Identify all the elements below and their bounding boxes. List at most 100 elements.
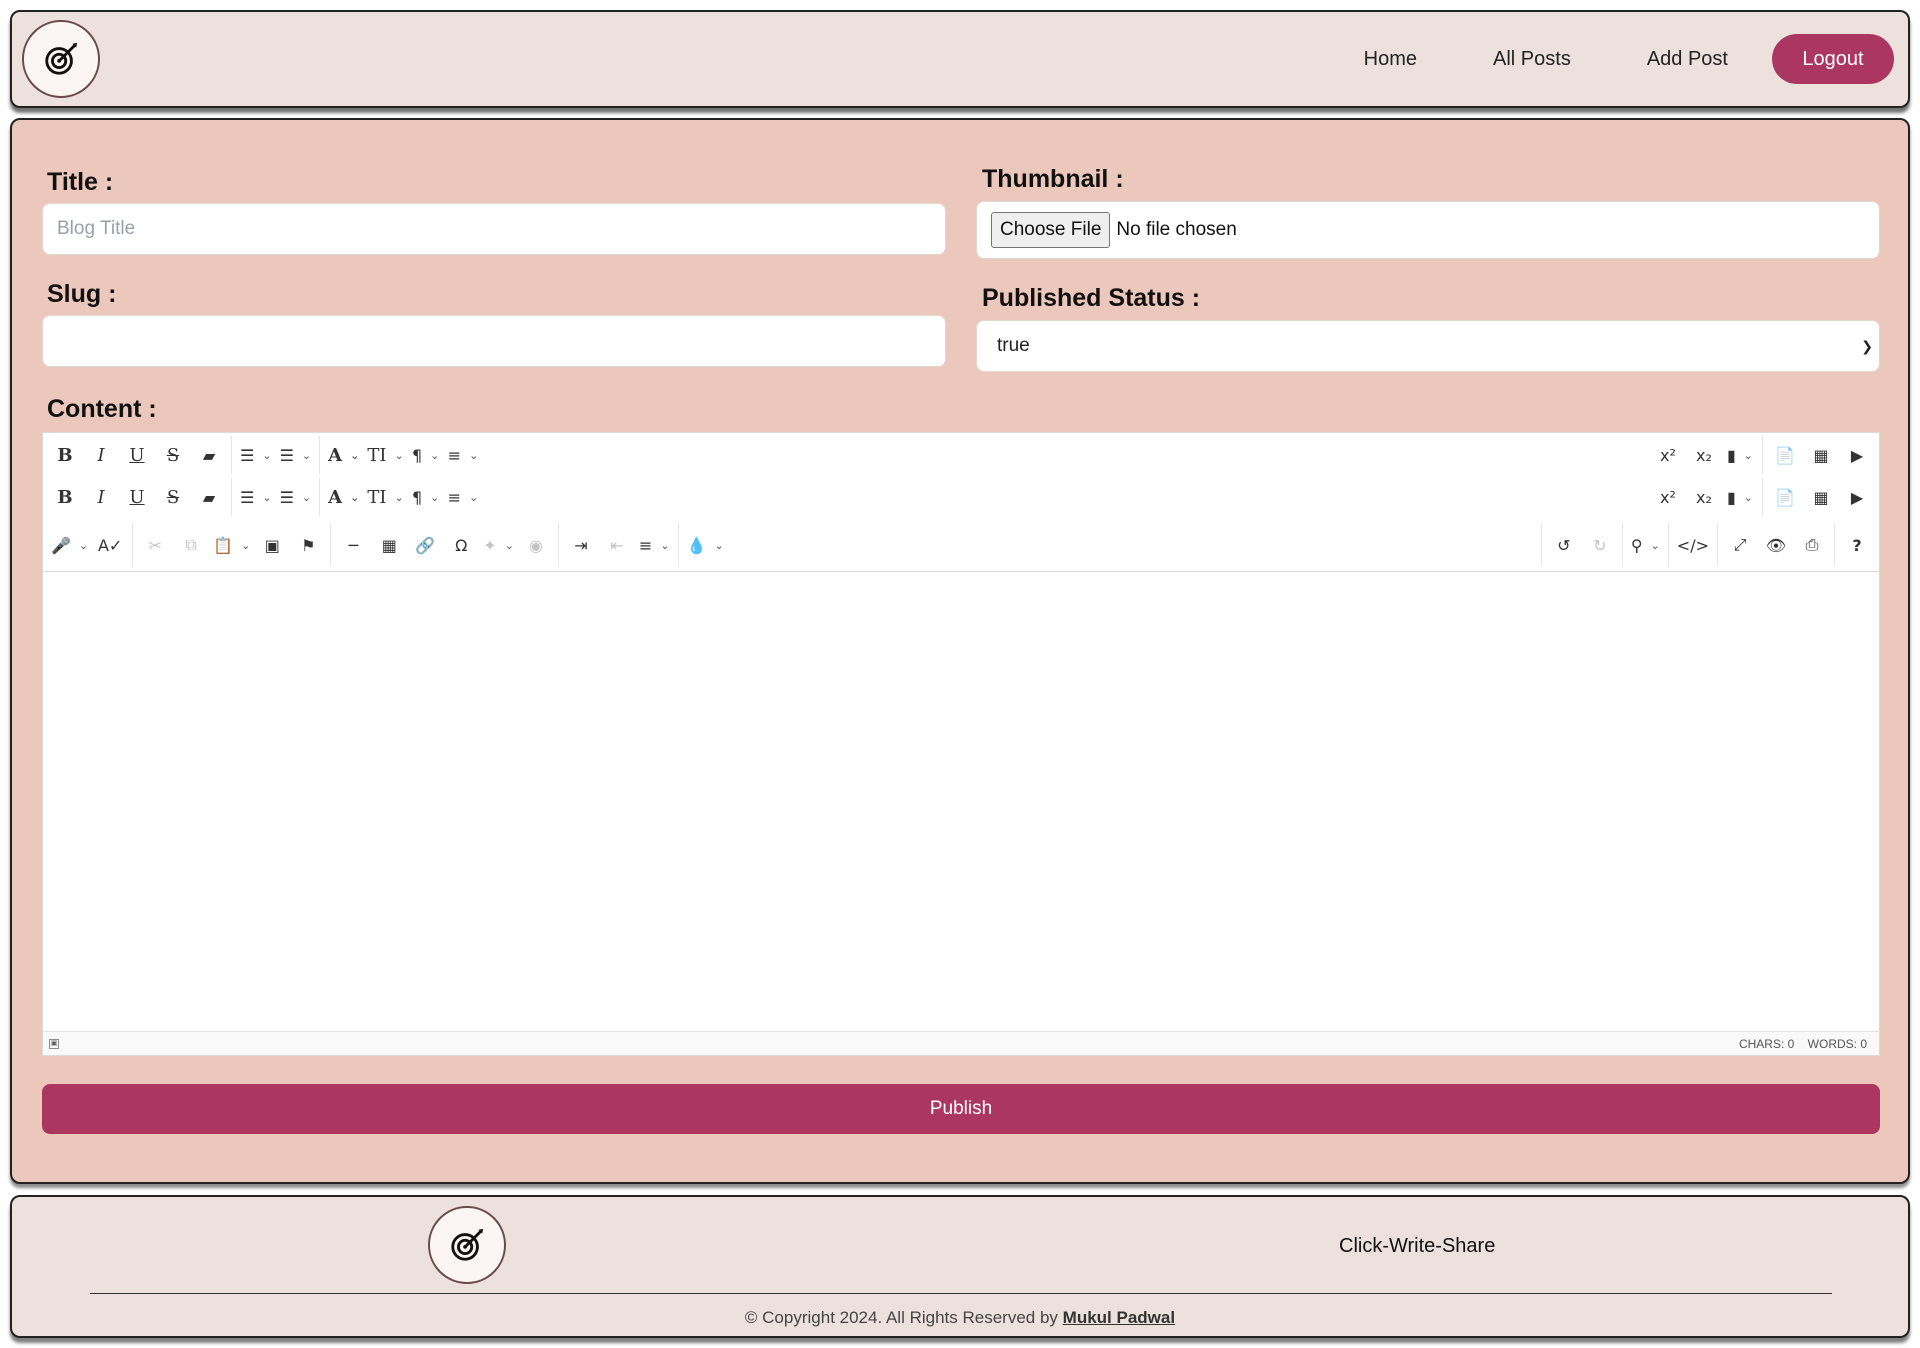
logout-button[interactable]: Logout <box>1772 34 1894 84</box>
video-icon[interactable]: ▶ <box>1839 440 1875 470</box>
bold-icon[interactable]: B <box>47 440 83 470</box>
paragraph-icon[interactable]: ¶ ⌄ <box>408 440 444 470</box>
line-height-icon[interactable]: ≡ ⌄ <box>444 482 483 512</box>
font-size-icon[interactable]: TI ⌄ <box>363 482 407 512</box>
font-icon[interactable]: A ⌄ <box>324 482 363 512</box>
align-icon[interactable]: ≡ ⌄ <box>635 530 674 560</box>
chevron-down-icon: ❯ <box>1861 337 1873 354</box>
line-height-icon[interactable]: ≡ ⌄ <box>444 440 483 470</box>
microphone-icon[interactable]: 🎤 ⌄ <box>47 530 92 560</box>
copy-icon[interactable]: ⧉ <box>173 530 209 560</box>
brush-icon[interactable]: 💧 ⌄ <box>683 530 728 560</box>
underline-icon[interactable]: U <box>119 440 155 470</box>
italic-icon[interactable]: I <box>83 440 119 470</box>
target-pen-icon <box>451 1228 484 1261</box>
thumbnail-label: Thumbnail : <box>982 165 1124 193</box>
nav-links: Home All Posts Add Post Logout <box>1326 34 1894 84</box>
footer: Click-Write-Share © Copyright 2024. All … <box>10 1195 1910 1338</box>
toolbar-group-clipboard: ✂ ⧉ 📋 ⌄ ▣ ⚑ <box>133 523 332 567</box>
thumbnail-file-input[interactable]: Choose File No file chosen <box>976 201 1880 259</box>
eraser-icon[interactable]: ▰ <box>191 482 227 512</box>
editor-content-area[interactable] <box>43 571 1879 1031</box>
strikethrough-icon[interactable]: S <box>155 482 191 512</box>
toolbar-row-1: B I U S ▰ ☰ ⌄ ☰ ⌄ A ⌄ TI ⌄ ¶ ⌄ ≡ ⌄ x² x₂ ▮ ⌄ <box>43 436 1879 474</box>
author-link[interactable]: Mukul Padwal <box>1063 1308 1175 1327</box>
published-status-select[interactable]: true ❯ <box>976 320 1880 372</box>
resize-handle-icon[interactable]: ▣ <box>49 1038 59 1049</box>
file-status: No file chosen <box>1116 219 1237 240</box>
numbered-list-icon[interactable]: ☰ ⌄ <box>276 482 316 512</box>
title-label: Title : <box>47 168 114 196</box>
italic-icon[interactable]: I <box>83 482 119 512</box>
outdent-icon[interactable]: ⇤ <box>599 530 635 560</box>
toolbar-group-history: ↺ ↻ <box>1540 523 1622 567</box>
ai-assistant-icon[interactable]: ✦ ⌄ <box>479 530 518 560</box>
toolbar-group-insert: ─ ▦ 🔗 Ω ✦ ⌄ ◉ <box>331 523 559 567</box>
numbered-list-icon[interactable]: ☰ ⌄ <box>276 440 316 470</box>
source-icon[interactable]: </> <box>1673 530 1713 560</box>
toolbar-group-lists: ☰ ⌄ ☰ ⌄ <box>232 478 321 516</box>
choose-file-button[interactable]: Choose File <box>991 212 1111 248</box>
status-label: Published Status : <box>982 284 1201 312</box>
bullet-list-icon[interactable]: ☰ ⌄ <box>236 482 276 512</box>
table-icon[interactable]: ▦ <box>371 530 407 560</box>
footer-divider <box>90 1293 1832 1294</box>
nav-home[interactable]: Home <box>1326 48 1455 71</box>
subscript-icon[interactable]: x₂ <box>1686 482 1722 512</box>
print-icon[interactable]: ⎙ <box>1794 530 1830 560</box>
words-count: WORDS: 0 <box>1807 1036 1867 1051</box>
toolbar-group-source: </> <box>1667 523 1717 567</box>
horizontal-rule-icon[interactable]: ─ <box>335 530 371 560</box>
toolbar-group-text: B I U S ▰ <box>43 478 232 516</box>
superscript-icon[interactable]: x² <box>1650 440 1686 470</box>
link-icon[interactable]: 🔗 <box>407 530 443 560</box>
toolbar-group-script: x² x₂ ▮ ⌄ <box>1646 478 1763 516</box>
cut-icon[interactable]: ✂ <box>137 530 173 560</box>
file-icon[interactable]: 📄 <box>1767 440 1803 470</box>
toolbar-group-lists: ☰ ⌄ ☰ ⌄ <box>232 436 321 474</box>
top-navbar: Home All Posts Add Post Logout <box>10 10 1910 108</box>
copy-format-icon[interactable]: ⚑ <box>290 530 326 560</box>
indent-icon[interactable]: ⇥ <box>563 530 599 560</box>
toolbar-group-font: A ⌄ TI ⌄ ¶ ⌄ ≡ ⌄ <box>320 478 486 516</box>
paste-icon[interactable]: 📋 ⌄ <box>209 530 254 560</box>
redo-icon[interactable]: ↻ <box>1582 530 1618 560</box>
image-icon[interactable]: ▦ <box>1803 482 1839 512</box>
class-span-icon[interactable]: ▮ ⌄ <box>1722 440 1758 470</box>
toolbar-group-input: 🎤 ⌄ A✓ <box>43 523 134 567</box>
nav-add-post[interactable]: Add Post <box>1609 48 1766 71</box>
paragraph-icon[interactable]: ¶ ⌄ <box>408 482 444 512</box>
fullsize-icon[interactable]: ⤢ <box>1722 530 1758 560</box>
font-size-icon[interactable]: TI ⌄ <box>363 440 407 470</box>
publish-button[interactable]: Publish <box>42 1084 1880 1134</box>
special-char-icon[interactable]: Ω <box>443 530 479 560</box>
help-icon[interactable]: ? <box>1839 530 1875 560</box>
slug-input[interactable] <box>42 315 946 367</box>
class-span-icon[interactable]: ▮ ⌄ <box>1722 482 1758 512</box>
strikethrough-icon[interactable]: S <box>155 440 191 470</box>
toolbar-row-3: 🎤 ⌄ A✓ ✂ ⧉ 📋 ⌄ ▣ ⚑ ─ ▦ 🔗 Ω ✦ ⌄ ◉ ⇥ ⇤ ≡ ⌄… <box>43 523 1879 567</box>
image-icon[interactable]: ▦ <box>1803 440 1839 470</box>
footer-logo[interactable] <box>428 1206 506 1284</box>
title-input[interactable] <box>42 203 946 255</box>
find-icon[interactable]: ⚲ ⌄ <box>1627 530 1664 560</box>
undo-icon[interactable]: ↺ <box>1546 530 1582 560</box>
select-all-icon[interactable]: ▣ <box>254 530 290 560</box>
file-icon[interactable]: 📄 <box>1767 482 1803 512</box>
ai-commands-icon[interactable]: ◉ <box>518 530 554 560</box>
toolbar-group-help: ? <box>1834 523 1879 567</box>
superscript-icon[interactable]: x² <box>1650 482 1686 512</box>
toolbar-group-color: 💧 ⌄ <box>679 523 732 567</box>
preview-icon[interactable]: 👁 <box>1758 530 1794 560</box>
bold-icon[interactable]: B <box>47 482 83 512</box>
eraser-icon[interactable]: ▰ <box>191 440 227 470</box>
nav-all-posts[interactable]: All Posts <box>1455 48 1609 71</box>
bullet-list-icon[interactable]: ☰ ⌄ <box>236 440 276 470</box>
video-icon[interactable]: ▶ <box>1839 482 1875 512</box>
underline-icon[interactable]: U <box>119 482 155 512</box>
editor-counts: CHARS: 0 WORDS: 0 <box>1729 1037 1867 1051</box>
font-icon[interactable]: A ⌄ <box>324 440 363 470</box>
site-logo[interactable] <box>22 20 100 98</box>
subscript-icon[interactable]: x₂ <box>1686 440 1722 470</box>
spellcheck-icon[interactable]: A✓ <box>92 530 128 560</box>
